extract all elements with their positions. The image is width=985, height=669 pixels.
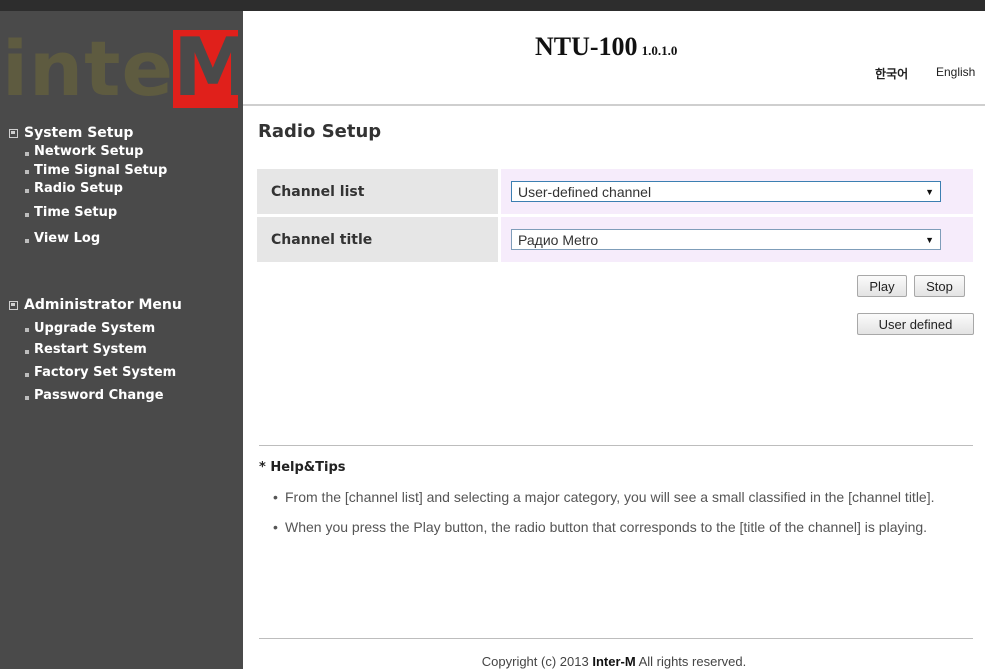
sidebar-item-radio-setup[interactable]: Radio Setup (9, 179, 167, 198)
channel-title-value: Радио Metro (518, 231, 599, 248)
sidebar-item-view-log[interactable]: View Log (9, 223, 167, 248)
menu-heading-label: System Setup (24, 125, 134, 141)
menu-section-system-setup: System Setup Network Setup Time Signal S… (9, 124, 167, 248)
bullet-icon (25, 188, 29, 193)
channel-title-label: Channel title (257, 217, 498, 262)
menu-section-administrator: Administrator Menu Upgrade System Restar… (9, 296, 182, 407)
channel-title-cell: Радио Metro ▼ (501, 217, 973, 262)
menu-heading-label: Administrator Menu (24, 297, 182, 313)
sidebar-item-label: Restart System (34, 342, 147, 357)
main-content: NTU-100 1.0.1.0 한국어 English Radio Setup C… (243, 11, 985, 669)
language-korean-link[interactable]: 한국어 (875, 65, 908, 82)
menu-heading-system-setup[interactable]: System Setup (9, 124, 167, 142)
sidebar-item-restart-system[interactable]: Restart System (9, 338, 182, 361)
sidebar-item-network-setup[interactable]: Network Setup (9, 142, 167, 161)
copyright-company: Inter-M (592, 654, 636, 669)
sidebar: inter M System Setup Network Setup Time … (0, 11, 243, 669)
sidebar-item-label: Radio Setup (34, 181, 123, 196)
help-divider (259, 445, 973, 446)
sidebar-item-label: View Log (34, 231, 101, 246)
logo-m-mark: M (173, 27, 243, 113)
sidebar-item-label: Upgrade System (34, 320, 156, 336)
sidebar-item-password-change[interactable]: Password Change (9, 384, 182, 407)
copyright-suffix: All rights reserved. (635, 654, 747, 669)
product-title: NTU-100 1.0.1.0 (535, 32, 677, 62)
dropdown-arrow-icon: ▼ (925, 234, 934, 245)
help-tip: When you press the Play button, the radi… (273, 515, 963, 540)
help-title: * Help&Tips (259, 460, 346, 475)
channel-title-select[interactable]: Радио Metro ▼ (511, 229, 941, 250)
footer-divider (259, 638, 973, 639)
copyright-text: Copyright (c) 2013 Inter-M All rights re… (243, 654, 985, 669)
channel-list-label: Channel list (257, 169, 498, 214)
header: NTU-100 1.0.1.0 한국어 English (243, 11, 985, 106)
help-tip: From the [channel list] and selecting a … (273, 485, 963, 510)
sidebar-item-time-signal-setup[interactable]: Time Signal Setup (9, 161, 167, 179)
bullet-icon (25, 238, 29, 243)
flag-icon (9, 128, 18, 138)
page-title: Radio Setup (258, 121, 382, 142)
bullet-icon (25, 328, 29, 332)
radio-setup-form: Channel list User-defined channel ▼ Chan… (257, 169, 973, 265)
bullet-icon (25, 170, 29, 174)
form-row-channel-list: Channel list User-defined channel ▼ (257, 169, 973, 214)
bullet-icon (25, 349, 29, 354)
copyright-prefix: Copyright (c) 2013 (481, 654, 593, 669)
sidebar-item-label: Password Change (34, 388, 164, 403)
bullet-icon (25, 372, 29, 377)
sidebar-item-label: Time Signal Setup (34, 162, 168, 178)
bullet-icon (25, 395, 29, 400)
sidebar-item-time-setup[interactable]: Time Setup (9, 198, 167, 223)
channel-list-cell: User-defined channel ▼ (501, 169, 973, 214)
channel-list-value: User-defined channel (518, 183, 652, 200)
play-button[interactable]: Play (857, 275, 907, 297)
header-divider (243, 104, 985, 106)
bullet-icon (25, 151, 29, 156)
menu-heading-administrator[interactable]: Administrator Menu (9, 296, 182, 314)
logo-m-letter: M (173, 27, 243, 113)
product-version: 1.0.1.0 (641, 43, 678, 58)
bullet-icon (25, 212, 29, 217)
sidebar-item-label: Network Setup (34, 144, 144, 159)
inter-m-logo[interactable]: inter M (0, 27, 243, 113)
top-bar (0, 0, 985, 11)
stop-button[interactable]: Stop (914, 275, 965, 297)
channel-list-select[interactable]: User-defined channel ▼ (511, 181, 941, 202)
sidebar-item-upgrade-system[interactable]: Upgrade System (9, 314, 182, 338)
language-english-link[interactable]: English (936, 65, 975, 79)
flag-icon (9, 300, 18, 310)
dropdown-arrow-icon: ▼ (925, 186, 934, 197)
form-row-channel-title: Channel title Радио Metro ▼ (257, 217, 973, 262)
sidebar-item-label: Factory Set System (34, 365, 177, 380)
product-name: NTU-100 (535, 32, 638, 61)
sidebar-item-factory-set-system[interactable]: Factory Set System (9, 361, 182, 384)
help-tips-list: From the [channel list] and selecting a … (273, 485, 963, 545)
sidebar-item-label: Time Setup (34, 205, 118, 220)
user-defined-button[interactable]: User defined (857, 313, 974, 335)
